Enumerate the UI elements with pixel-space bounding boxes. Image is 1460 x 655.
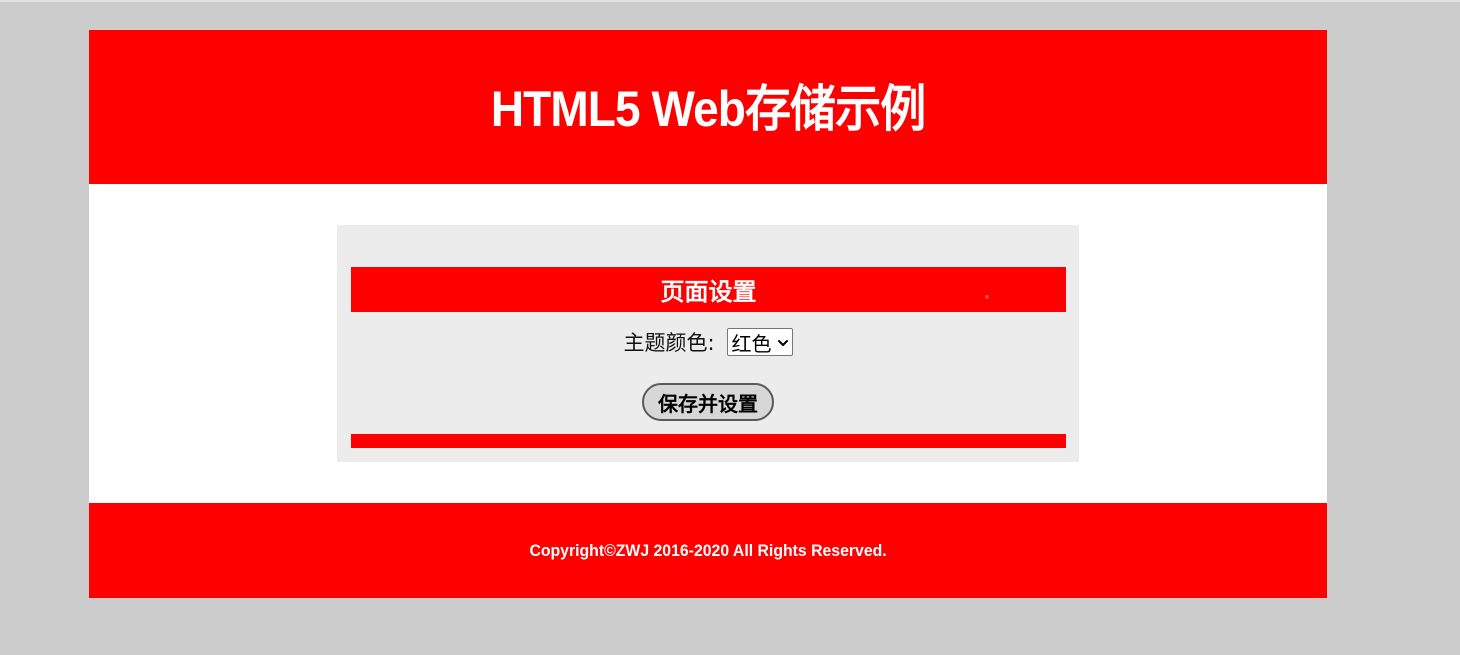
theme-color-select[interactable]: 红色	[726, 328, 793, 356]
copyright-text: Copyright©ZWJ 2016-2020 All Rights Reser…	[529, 540, 887, 560]
decorative-dot	[985, 295, 989, 299]
page-container: HTML5 Web存储示例 页面设置 主题颜色: 红色 保存并设置 Copyri…	[89, 30, 1327, 598]
window-top-strip	[0, 0, 1460, 2]
save-and-apply-button[interactable]: 保存并设置	[642, 383, 774, 421]
theme-color-row: 主题颜色: 红色	[337, 327, 1079, 357]
page-title: HTML5 Web存储示例	[490, 81, 926, 137]
page-footer: Copyright©ZWJ 2016-2020 All Rights Reser…	[89, 503, 1327, 598]
theme-color-label: 主题颜色:	[623, 331, 715, 355]
theme-color-selected-value: 红色	[731, 331, 772, 356]
panel-bottom-bar	[351, 434, 1066, 448]
panel-title-bar: 页面设置	[351, 267, 1066, 312]
chevron-down-icon	[777, 340, 788, 346]
page-header: HTML5 Web存储示例	[89, 30, 1327, 184]
panel-title: 页面设置	[660, 278, 757, 306]
settings-panel: 页面设置 主题颜色: 红色 保存并设置	[337, 225, 1079, 462]
